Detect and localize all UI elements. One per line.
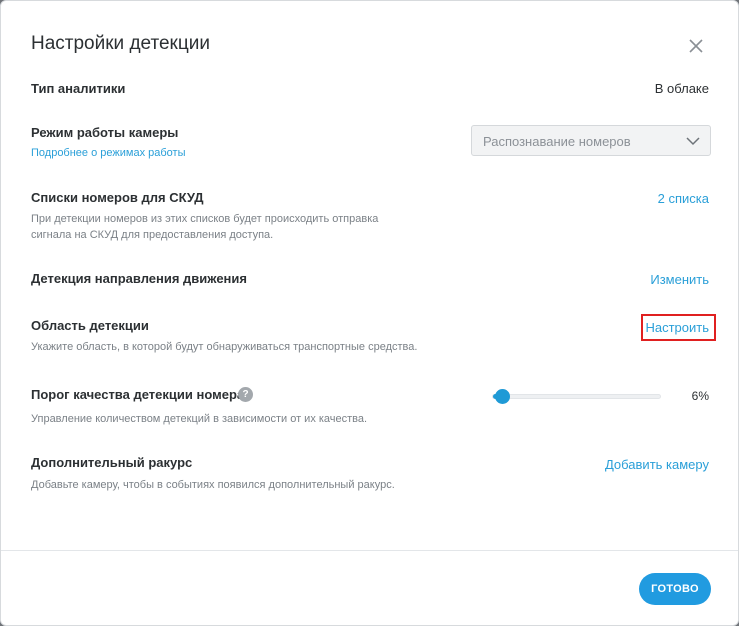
detection-area-label: Область детекции [31, 318, 149, 333]
analytics-type-label: Тип аналитики [31, 81, 126, 96]
additional-view-description: Добавьте камеру, чтобы в событиях появил… [31, 479, 395, 491]
dialog-title: Настройки детекции [31, 33, 210, 54]
additional-view-label: Дополнительный ракурс [31, 455, 193, 470]
access-lists-description-line1: При детекции номеров из этих списков буд… [31, 213, 379, 225]
quality-threshold-label: Порог качества детекции номера [31, 387, 245, 402]
close-button[interactable] [685, 35, 707, 57]
add-camera-link[interactable]: Добавить камеру [605, 457, 709, 472]
footer-divider [1, 550, 738, 551]
help-icon[interactable]: ? [238, 387, 253, 402]
access-lists-link[interactable]: 2 списка [658, 191, 709, 206]
quality-slider-track[interactable] [492, 394, 661, 399]
detection-area-description: Укажите область, в которой будут обнаруж… [31, 341, 418, 353]
motion-direction-change-link[interactable]: Изменить [650, 272, 709, 287]
camera-mode-select[interactable]: Распознавание номеров [471, 125, 711, 156]
detection-settings-dialog: Настройки детекции Тип аналитики В облак… [0, 0, 739, 626]
chevron-down-icon [686, 137, 700, 146]
quality-threshold-description: Управление количеством детекций в зависи… [31, 413, 368, 425]
access-lists-description-line2: сигнала на СКУД для предоставления досту… [31, 229, 274, 241]
camera-mode-info-link[interactable]: Подробнее о режимах работы [31, 147, 185, 159]
quality-slider-value: 6% [691, 389, 709, 403]
done-button[interactable]: ГОТОВО [639, 573, 711, 605]
motion-direction-label: Детекция направления движения [31, 271, 247, 286]
access-lists-label: Списки номеров для СКУД [31, 190, 204, 205]
camera-mode-label: Режим работы камеры [31, 125, 179, 140]
close-icon [689, 39, 703, 53]
camera-mode-select-value: Распознавание номеров [483, 134, 631, 149]
highlight-box [641, 314, 716, 341]
quality-slider-handle[interactable] [494, 389, 510, 404]
analytics-type-value: В облаке [654, 81, 709, 96]
